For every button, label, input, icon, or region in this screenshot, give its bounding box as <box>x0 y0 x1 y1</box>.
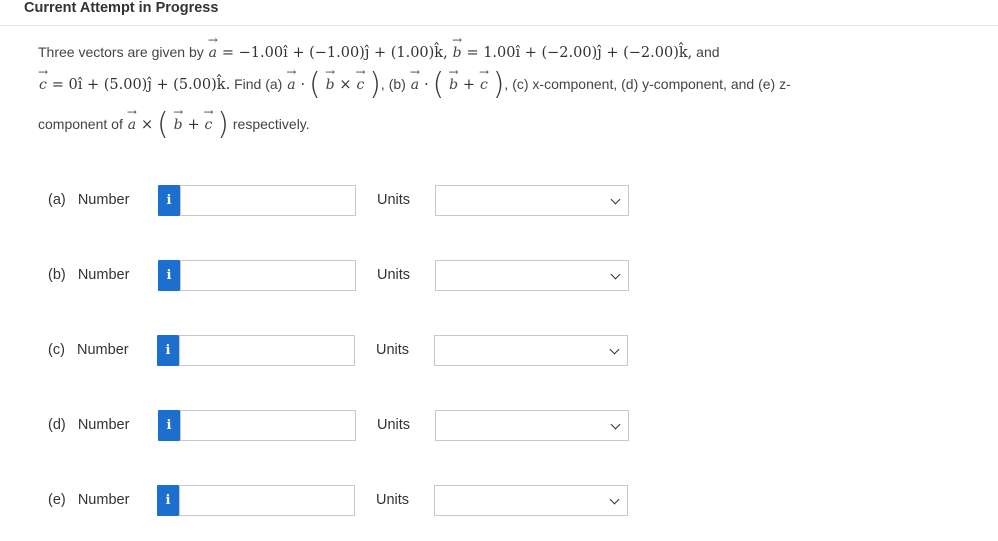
number-label: Number <box>77 342 129 358</box>
question-line-1: Three vectors are given by a = −1.00î + … <box>38 34 720 61</box>
info-icon[interactable]: i <box>157 485 179 516</box>
part-c-tail-text: , (c) x-component, (d) y-component, and … <box>504 76 791 92</box>
number-label: Number <box>77 192 130 208</box>
units-select[interactable] <box>434 485 628 516</box>
vector-b-symbol: b <box>173 106 184 133</box>
vector-a-symbol: a <box>127 106 138 133</box>
question-intro: Three vectors are given by <box>38 44 204 60</box>
vector-a-symbol: a <box>208 34 219 61</box>
attempt-title: Current Attempt in Progress <box>24 0 219 16</box>
part-label: (e) <box>48 492 66 508</box>
respectively-text: respectively. <box>232 116 310 132</box>
answer-label: (d) Number <box>48 417 129 433</box>
right-paren-icon: ) <box>492 67 505 102</box>
answer-row-e: (e) Number i Units <box>0 484 998 518</box>
vector-b-expression: = 1.00î + (−2.00)ĵ + (−2.00)k̂, <box>466 45 693 61</box>
cross-operator: × <box>339 77 352 93</box>
cross-operator: × <box>140 117 154 133</box>
dot-operator: · <box>300 77 306 93</box>
chevron-down-icon <box>609 494 620 505</box>
plus-operator: + <box>187 117 200 133</box>
plus-operator: + <box>462 77 476 93</box>
units-label: Units <box>377 192 411 208</box>
dot-operator: · <box>423 77 429 93</box>
part-label: (c) <box>48 342 65 358</box>
number-input[interactable] <box>180 410 356 441</box>
component-of-text: component of <box>38 116 123 132</box>
vector-c-symbol: c <box>38 66 48 93</box>
find-part-a-text: Find (a) <box>234 76 283 92</box>
answer-row-c: (c) Number i Units <box>0 334 998 368</box>
attempt-header: Current Attempt in Progress <box>0 0 998 26</box>
chevron-down-icon <box>609 344 620 355</box>
part-b-separator: , (b) <box>380 76 406 92</box>
units-label: Units <box>376 492 410 508</box>
answer-label: (e) Number <box>48 492 129 508</box>
part-label: (b) <box>48 267 66 283</box>
and-text: and <box>696 44 720 60</box>
left-paren-icon: ( <box>308 67 321 102</box>
vector-b-symbol: b <box>452 34 463 61</box>
units-label: Units <box>376 342 410 358</box>
number-label: Number <box>77 267 130 283</box>
answer-label: (c) Number <box>48 342 129 358</box>
left-paren-icon: ( <box>432 67 445 102</box>
answer-label: (b) Number <box>48 267 129 283</box>
units-select[interactable] <box>435 410 629 441</box>
info-icon[interactable]: i <box>158 260 180 291</box>
vector-b-symbol: b <box>448 66 459 93</box>
chevron-down-icon <box>610 419 621 430</box>
left-paren-icon: ( <box>157 107 169 142</box>
units-label: Units <box>377 267 411 283</box>
vector-c-expression: = 0î + (5.00)ĵ + (5.00)k̂. <box>51 77 231 93</box>
units-select[interactable] <box>434 335 628 366</box>
right-paren-icon: ) <box>369 67 381 102</box>
answer-row-b: (b) Number i Units <box>0 259 998 293</box>
number-label: Number <box>77 492 130 508</box>
part-label: (a) <box>48 192 66 208</box>
chevron-down-icon <box>610 194 621 205</box>
info-icon[interactable]: i <box>158 410 180 441</box>
vector-b-symbol: b <box>325 66 336 93</box>
answer-label: (a) Number <box>48 192 129 208</box>
units-select[interactable] <box>435 260 629 291</box>
info-icon[interactable]: i <box>157 335 179 366</box>
vector-a-expression: = −1.00î + (−1.00)ĵ + (1.00)k̂, <box>221 45 448 61</box>
vector-a-symbol: a <box>286 66 297 93</box>
number-label: Number <box>77 417 130 433</box>
answer-row-d: (d) Number i Units <box>0 409 998 443</box>
part-label: (d) <box>48 417 66 433</box>
number-input[interactable] <box>179 335 355 366</box>
units-label: Units <box>377 417 411 433</box>
vector-c-symbol: c <box>204 106 214 133</box>
info-icon[interactable]: i <box>158 185 180 216</box>
question-line-3: component of a × ( b + c ) respectively. <box>38 106 310 140</box>
number-input[interactable] <box>179 485 355 516</box>
number-input[interactable] <box>180 185 356 216</box>
units-select[interactable] <box>435 185 629 216</box>
number-input[interactable] <box>180 260 356 291</box>
vector-a-symbol: a <box>410 66 421 93</box>
question-line-2: c = 0î + (5.00)ĵ + (5.00)k̂. Find (a) a … <box>38 66 791 100</box>
right-paren-icon: ) <box>217 107 229 142</box>
vector-c-symbol: c <box>479 66 489 93</box>
answer-row-a: (a) Number i Units <box>0 184 998 218</box>
vector-c-symbol: c <box>355 66 365 93</box>
chevron-down-icon <box>610 269 621 280</box>
